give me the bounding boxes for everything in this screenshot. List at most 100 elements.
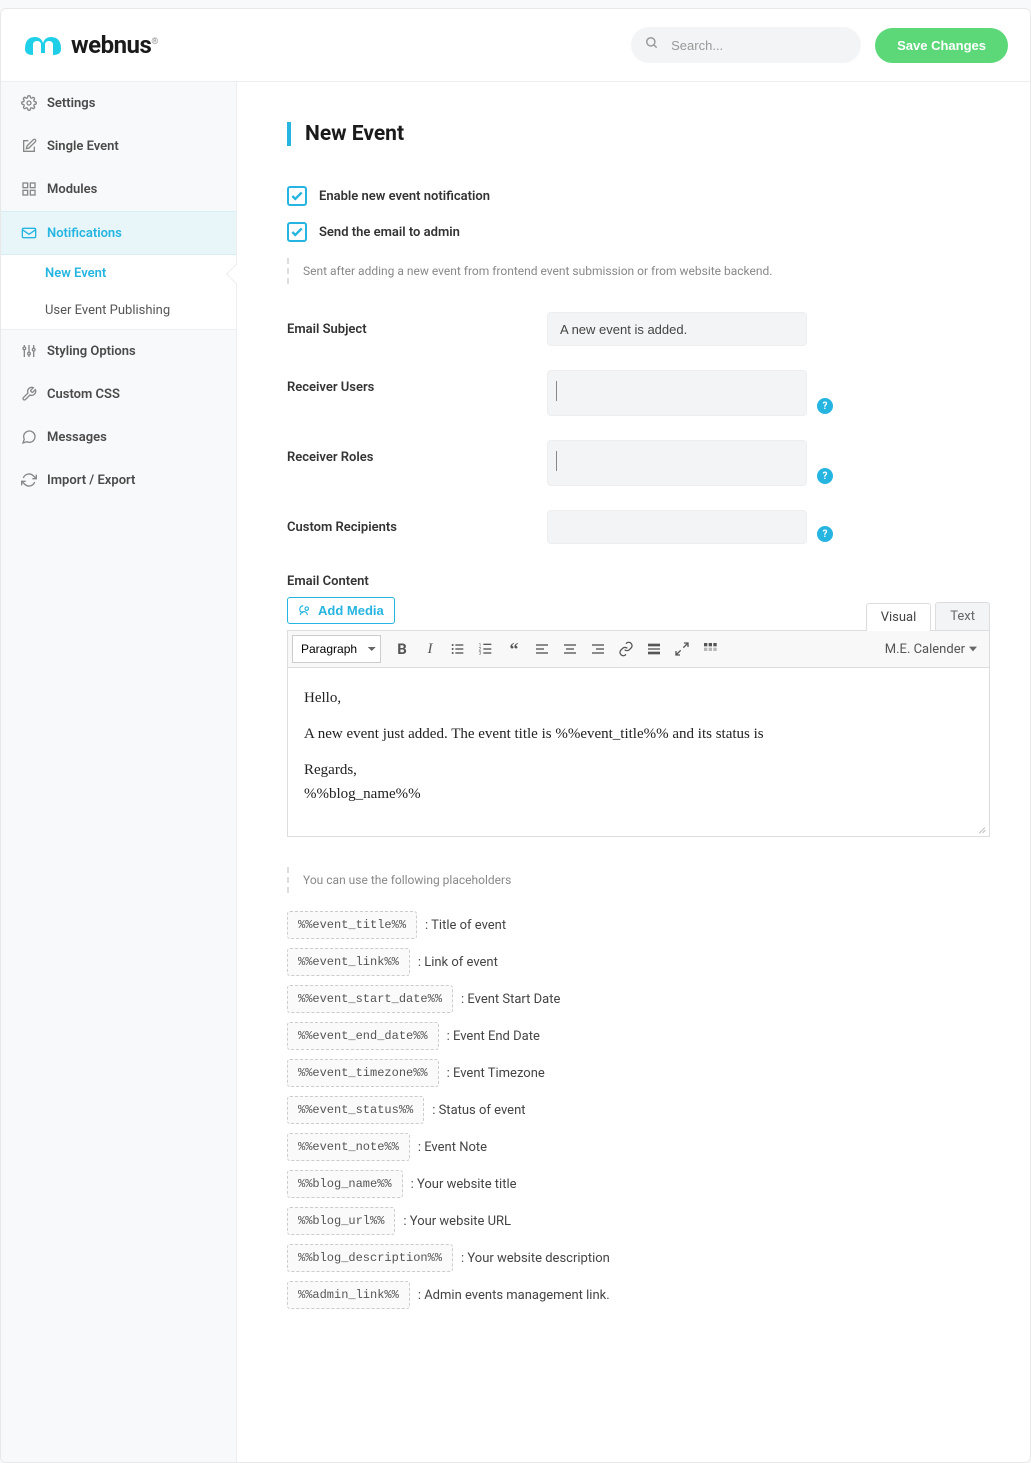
placeholders-list: %%event_title%% : Title of event %%event_l…	[287, 911, 990, 1309]
header: webnus® Save Changes	[1, 9, 1030, 82]
page-title: New Event	[287, 122, 990, 146]
send-admin-checkbox[interactable]	[287, 222, 307, 242]
tab-visual[interactable]: Visual	[866, 603, 932, 631]
receiver-roles-label: Receiver Roles	[287, 440, 547, 465]
help-icon[interactable]: ?	[817, 398, 833, 414]
placeholder-row: %%event_link%% : Link of event	[287, 948, 990, 976]
placeholder-tag: %%blog_url%%	[287, 1207, 395, 1235]
placeholder-desc: : Event End Date	[447, 1029, 540, 1044]
sidebar-item-label: Modules	[47, 182, 97, 197]
logo-text: webnus®	[71, 31, 158, 59]
align-center-icon[interactable]	[557, 636, 583, 662]
search-icon	[645, 36, 659, 54]
submenu-item-user-event-publishing[interactable]: User Event Publishing	[1, 292, 236, 329]
editor-toolbar: Paragraph B I 123 “ M.E. Calender	[287, 630, 990, 668]
email-subject-input[interactable]	[547, 312, 807, 346]
placeholder-desc: : Event Timezone	[447, 1066, 545, 1081]
wrench-icon	[21, 386, 37, 402]
bold-icon[interactable]: B	[389, 636, 415, 662]
align-left-icon[interactable]	[529, 636, 555, 662]
search-input[interactable]	[631, 27, 861, 63]
resize-handle-icon[interactable]	[975, 822, 987, 834]
placeholder-desc: : Event Start Date	[461, 992, 560, 1007]
sidebar-item-custom-css[interactable]: Custom CSS	[1, 373, 236, 416]
enable-checkbox[interactable]	[287, 186, 307, 206]
grid-icon	[21, 181, 37, 197]
help-icon[interactable]: ?	[817, 468, 833, 484]
mail-icon	[21, 225, 37, 241]
placeholder-desc: : Title of event	[425, 918, 506, 933]
custom-recipients-label: Custom Recipients	[287, 510, 547, 535]
italic-icon[interactable]: I	[417, 636, 443, 662]
editor-textarea[interactable]: Hello, A new event just added. The event…	[287, 668, 990, 837]
refresh-icon	[21, 472, 37, 488]
align-right-icon[interactable]	[585, 636, 611, 662]
sliders-icon	[21, 343, 37, 359]
sidebar-item-styling-options[interactable]: Styling Options	[1, 330, 236, 373]
placeholder-tag: %%blog_description%%	[287, 1244, 453, 1272]
placeholder-desc: : Link of event	[418, 955, 498, 970]
link-icon[interactable]	[613, 636, 639, 662]
number-list-icon[interactable]: 123	[473, 636, 499, 662]
placeholder-row: %%blog_name%%: Your website title	[287, 1170, 990, 1198]
placeholders-label: You can use the following placeholders	[287, 867, 990, 893]
sidebar-item-modules[interactable]: Modules	[1, 168, 236, 211]
placeholder-row: %%event_title%% : Title of event	[287, 911, 990, 939]
add-media-button[interactable]: Add Media	[287, 597, 395, 624]
placeholder-desc: : Your website description	[461, 1251, 610, 1266]
placeholder-desc: : Your website title	[411, 1177, 517, 1192]
placeholder-tag: %%event_note%%	[287, 1133, 410, 1161]
note-text: Sent after adding a new event from front…	[287, 258, 990, 284]
calendar-dropdown[interactable]: M.E. Calender	[877, 638, 985, 661]
readmore-icon[interactable]	[641, 636, 667, 662]
sidebar-item-label: Import / Export	[47, 473, 135, 488]
placeholder-tag: %%event_timezone%%	[287, 1059, 439, 1087]
placeholder-desc: : Your website URL	[403, 1214, 511, 1229]
placeholder-row: %%blog_url%% : Your website URL	[287, 1207, 990, 1235]
sidebar-item-notifications[interactable]: Notifications	[1, 211, 236, 255]
placeholder-row: %%event_status%% : Status of event	[287, 1096, 990, 1124]
placeholder-tag: %%event_title%%	[287, 911, 417, 939]
logo: webnus®	[23, 31, 158, 59]
placeholder-row: %%event_start_date%% : Event Start Date	[287, 985, 990, 1013]
submenu-item-new-event[interactable]: New Event	[1, 255, 236, 292]
edit-icon	[21, 138, 37, 154]
tab-text[interactable]: Text	[935, 602, 990, 630]
receiver-users-input[interactable]	[547, 370, 807, 416]
sidebar-item-import-export[interactable]: Import / Export	[1, 459, 236, 502]
sidebar-item-label: Notifications	[47, 226, 122, 241]
placeholder-row: %%event_note%% : Event Note	[287, 1133, 990, 1161]
sidebar-item-label: Single Event	[47, 139, 119, 154]
placeholder-tag: %%event_status%%	[287, 1096, 424, 1124]
search-box	[631, 27, 861, 63]
placeholder-desc: : Admin events management link.	[418, 1288, 610, 1303]
quote-icon[interactable]: “	[501, 636, 527, 662]
format-select[interactable]: Paragraph	[292, 635, 381, 663]
bullet-list-icon[interactable]	[445, 636, 471, 662]
sidebar-item-label: Custom CSS	[47, 387, 120, 402]
placeholder-tag: %%event_link%%	[287, 948, 410, 976]
custom-recipients-input[interactable]	[547, 510, 807, 544]
receiver-roles-input[interactable]	[547, 440, 807, 486]
chat-icon	[21, 429, 37, 445]
sidebar-item-single-event[interactable]: Single Event	[1, 125, 236, 168]
receiver-users-label: Receiver Users	[287, 370, 547, 395]
placeholder-tag: %%event_start_date%%	[287, 985, 453, 1013]
enable-label: Enable new event notification	[319, 189, 490, 204]
sidebar-item-settings[interactable]: Settings	[1, 82, 236, 125]
sidebar-item-label: Settings	[47, 96, 95, 111]
placeholder-desc: : Event Note	[418, 1140, 487, 1155]
placeholder-row: %%event_end_date%% : Event End Date	[287, 1022, 990, 1050]
placeholder-desc: : Status of event	[432, 1103, 525, 1118]
fullscreen-icon[interactable]	[669, 636, 695, 662]
placeholder-row: %%admin_link%% : Admin events management …	[287, 1281, 990, 1309]
main-content: New Event Enable new event notification …	[237, 82, 1030, 1462]
save-button[interactable]: Save Changes	[875, 28, 1008, 63]
toolbar-toggle-icon[interactable]	[697, 636, 723, 662]
placeholder-tag: %%admin_link%%	[287, 1281, 410, 1309]
email-subject-label: Email Subject	[287, 312, 547, 337]
sidebar-item-messages[interactable]: Messages	[1, 416, 236, 459]
help-icon[interactable]: ?	[817, 526, 833, 542]
sidebar: Settings Single Event Modules Notifications…	[1, 82, 237, 1462]
placeholder-tag: %%event_end_date%%	[287, 1022, 439, 1050]
